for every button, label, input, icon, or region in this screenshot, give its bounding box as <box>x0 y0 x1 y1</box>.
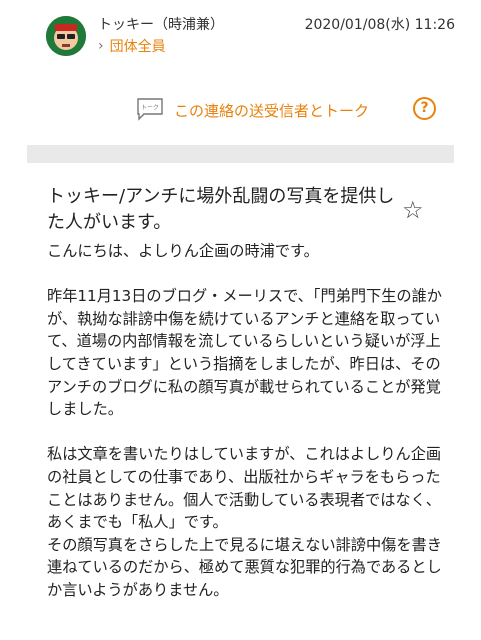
message-title: トッキー/アンチに場外乱闘の写真を提供した人がいます。 <box>47 186 395 233</box>
avatar-icon <box>46 16 86 56</box>
paragraph-3: その顔写真をさらした上で見るに堪えない誹謗中傷を書き連ねているのだから、極めて悪… <box>47 535 442 599</box>
greeting: こんにちは、よしりん企画の時浦です。 <box>47 242 319 260</box>
recipient-group: 団体全員 <box>109 39 166 55</box>
paragraph-1: 昨年11月13日のブログ・メーリスで、「門弟門下生の誰かが、執拗な誹謗中傷を続け… <box>47 287 442 419</box>
help-icon[interactable]: ? <box>413 97 436 120</box>
divider <box>27 145 454 163</box>
sender-name[interactable]: トッキー（時浦兼） <box>98 14 224 34</box>
chat-bubble-icon: トーク <box>137 98 163 121</box>
message-datetime: 2020/01/08(水) 11:26 <box>304 17 455 33</box>
paragraph-2: 私は文章を書いたりはしていますが、これはよしりん企画の社員としての仕事であり、出… <box>47 445 442 532</box>
chevron-right-icon: › <box>98 38 104 54</box>
message-header: トッキー（時浦兼） › 団体全員 2020/01/08(水) 11:26 <box>0 0 481 84</box>
chat-icon-text: トーク <box>141 105 159 112</box>
recipient-group-link[interactable]: › 団体全員 <box>98 36 166 56</box>
star-icon[interactable]: ☆ <box>402 196 424 224</box>
message-body: こんにちは、よしりん企画の時浦です。 昨年11月13日のブログ・メーリスで、「門… <box>47 240 447 602</box>
talk-label: この連絡の送受信者とトーク <box>174 102 370 120</box>
avatar[interactable] <box>46 16 86 56</box>
